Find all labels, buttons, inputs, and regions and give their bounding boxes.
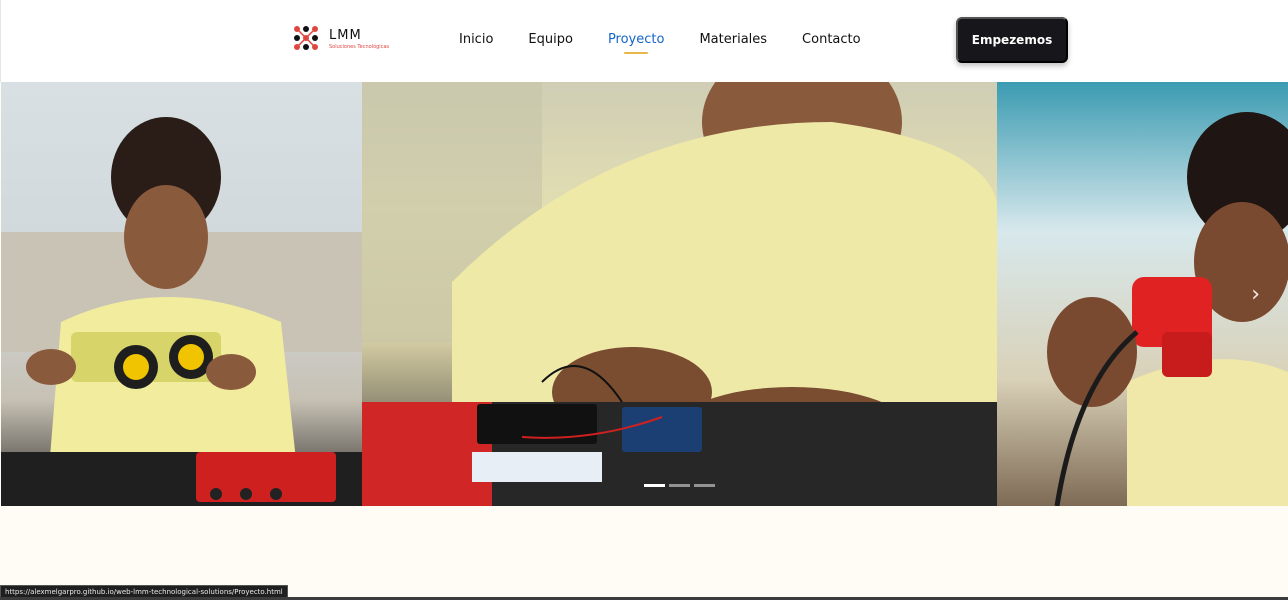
brand-tagline: Soluciones Tecnológicas — [329, 44, 390, 50]
carousel-indicator-3[interactable] — [694, 484, 715, 487]
photo-boy-robot-car-icon — [1, 117, 362, 506]
carousel-indicators — [644, 484, 715, 487]
nav-item-contacto[interactable]: Contacto — [802, 30, 861, 50]
brand-logo[interactable]: LMM Soluciones Tecnológicas — [293, 25, 413, 55]
image-carousel: › — [1, 82, 1288, 506]
carousel-slide-1 — [1, 82, 362, 506]
logo-mark-icon — [294, 26, 318, 50]
navbar: LMM Soluciones Tecnológicas Inicio Equip… — [0, 0, 1288, 82]
carousel-indicator-1[interactable] — [644, 484, 665, 487]
photo-boy-smiling-red-part-icon — [1047, 112, 1288, 506]
nav-item-materiales[interactable]: Materiales — [699, 30, 767, 50]
carousel-indicator-2[interactable] — [669, 484, 690, 487]
empezemos-button[interactable]: Empezemos — [956, 17, 1068, 63]
brand-name: LMM — [329, 28, 362, 43]
nav-item-inicio[interactable]: Inicio — [459, 30, 493, 50]
next-slide-chevron-right-icon[interactable]: › — [1251, 282, 1260, 307]
photo-boy-wiring-circuit-icon — [362, 82, 997, 506]
nav-item-proyecto[interactable]: Proyecto — [608, 30, 664, 54]
carousel-slide-2 — [362, 82, 997, 506]
nav-item-equipo[interactable]: Equipo — [528, 30, 573, 50]
carousel-slide-3: › — [997, 82, 1288, 506]
main-nav: Inicio Equipo Proyecto Materiales Contac… — [459, 30, 896, 54]
logo-text: LMM Soluciones Tecnológicas — [329, 29, 389, 51]
